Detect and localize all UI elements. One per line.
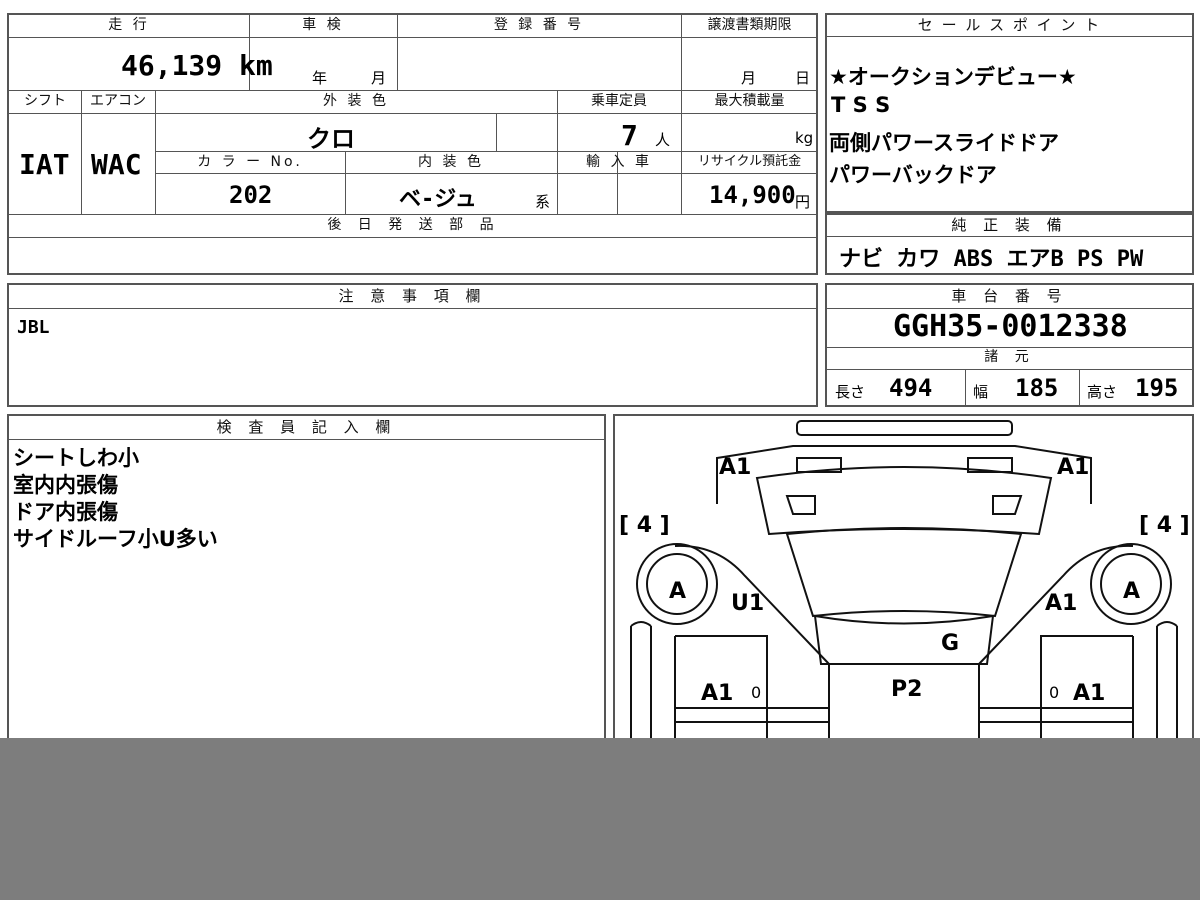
header-registration: 登 録 番 号 [493,17,585,33]
length-value: 494 [889,374,933,402]
inspector-line: 室内内張傷 [13,473,118,497]
shaken-year-unit: 年 [312,69,328,87]
mark-p2: P2 [891,677,922,702]
bracket-4-right: [ 4 ] [1139,513,1190,538]
mark-zero-left: 0 [751,683,761,702]
car-diagram: A1 A1 [ 4 ] [ 4 ] A A U1 A1 G A1 0 P2 0 … [619,420,1190,752]
mark-a1-door-right: A1 [1073,681,1105,706]
interior-color-value: ベ-ジュ [399,187,477,212]
chassis-box: 車 台 番 号 GGH35-0012338 諸 元 長さ 494 幅 185 高… [825,283,1194,407]
header-interior-color: 内 装 色 [418,154,484,170]
height-value: 195 [1135,374,1179,402]
exterior-color-value: クロ [307,125,355,153]
mark-wheel-right: A [1123,579,1140,604]
cabin-outline [785,527,1023,618]
header-max-load: 最大積載量 [714,93,785,109]
recycle-value: 14,900 [709,181,796,209]
transfer-month-unit: 月 [741,69,757,87]
mark-a1-door-left: A1 [701,681,733,706]
equipment-box: 純 正 装 備 ナビ カワ ABS エアB PS PW [825,213,1194,275]
inspector-line: サイドルーフ小U多い [13,527,218,551]
sales-point-line: 両側パワースライドドア [829,131,1059,155]
bottom-overlay [0,738,1200,900]
mark-a1-front-right: A1 [1057,455,1089,480]
mark-a1-front-left: A1 [719,455,751,480]
header-later-parts: 後 日 発 送 部 品 [327,217,500,233]
inspector-line: シートしわ小 [13,446,139,470]
inspector-header: 検 査 員 記 入 欄 [9,416,604,440]
load-unit: kg [795,129,814,147]
header-mileage: 走 行 [108,17,150,33]
bracket-4-left: [ 4 ] [619,513,670,538]
notes-box: 注 意 事 項 欄 JBL [7,283,818,407]
equipment-value: ナビ カワ ABS エアB PS PW [839,247,1144,272]
inspector-box: 検 査 員 記 入 欄 シートしわ小 室内内張傷 ドア内張傷 サイドルーフ小U多… [7,414,606,754]
header-recycle: リサイクル預託金 [697,154,802,169]
header-exterior-color: 外 装 色 [323,93,389,109]
header-shift: シフト [24,93,66,109]
mark-u1: U1 [731,591,764,616]
inspector-line: ドア内張傷 [13,500,118,524]
windshield-outline [755,466,1053,536]
sales-point-line: T S S [831,93,891,117]
sales-points-header: セ ー ル ス ポ イ ン ト [827,15,1192,37]
chassis-number: GGH35-0012338 [893,309,1128,344]
header-shaken: 車 検 [302,17,344,33]
front-bumper-shape [796,420,1013,436]
mark-g: G [941,631,959,656]
spec-header: 諸 元 [984,349,1035,365]
header-transfer-deadline: 譲渡書類期限 [707,17,792,33]
sales-point-line: ★オークションデビュー★ [829,65,1077,89]
width-label: 幅 [973,383,989,401]
header-ac: エアコン [90,93,146,109]
length-label: 長さ [835,383,866,401]
mark-a1-mid-right: A1 [1045,591,1077,616]
chassis-header: 車 台 番 号 [827,285,1192,309]
capacity-unit: 人 [655,131,671,149]
header-color-no: カ ラ ー No. [197,154,303,170]
mileage-value: 46,139 km [121,49,273,82]
header-capacity: 乗車定員 [591,93,647,109]
height-label: 高さ [1087,383,1118,401]
width-value: 185 [1015,374,1059,402]
capacity-value: 7 [621,119,638,152]
ac-value: WAC [91,148,142,181]
transfer-day-unit: 日 [795,69,811,87]
equipment-header: 純 正 装 備 [827,215,1192,237]
header-import: 輸 入 車 [586,154,652,170]
notes-header: 注 意 事 項 欄 [9,285,816,309]
interior-color-suffix: 系 [535,193,551,211]
color-no-value: 202 [229,181,273,209]
mark-zero-right: 0 [1049,683,1059,702]
damage-diagram-box: A1 A1 [ 4 ] [ 4 ] A A U1 A1 G A1 0 P2 0 … [613,414,1194,754]
sales-point-line: パワーバックドア [829,163,997,187]
recycle-unit: 円 [795,193,811,211]
mark-wheel-left: A [669,579,686,604]
notes-value: JBL [17,317,50,338]
vehicle-info-grid: 走 行 車 検 登 録 番 号 譲渡書類期限 46,139 km 年 月 月 日… [7,13,818,275]
shift-value: IAT [19,148,70,181]
shaken-month-unit: 月 [371,69,387,87]
sales-points-box: セ ー ル ス ポ イ ン ト ★オークションデビュー★ T S S 両側パワー… [825,13,1194,213]
